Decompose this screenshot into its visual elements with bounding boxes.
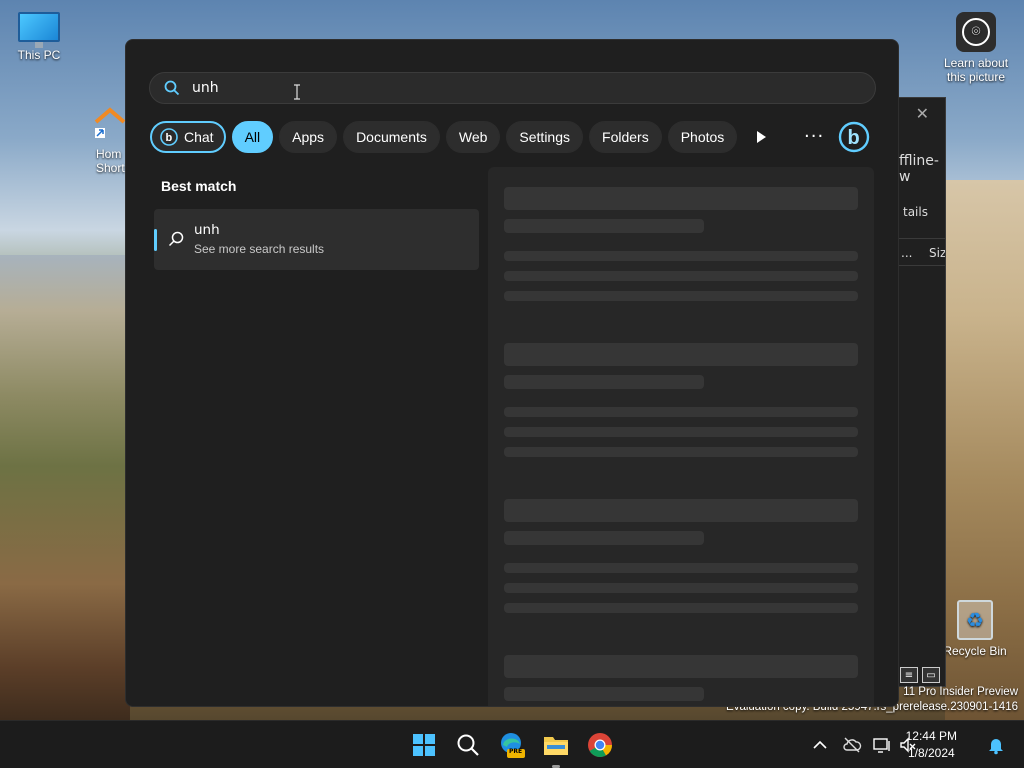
view-toggle-group: ≡ ▭ xyxy=(900,667,940,683)
filter-chip-label: Folders xyxy=(602,129,649,145)
chevron-up-icon[interactable] xyxy=(810,735,830,755)
filter-chip-label: Web xyxy=(458,129,488,145)
filter-chip-label: Settings xyxy=(519,129,571,145)
column-header-more[interactable]: ... xyxy=(901,246,912,260)
clock-time: 12:44 PM xyxy=(905,729,957,743)
search-icon xyxy=(457,734,479,756)
search-icon xyxy=(164,80,180,96)
search-icon xyxy=(168,231,184,247)
taskbar-clock[interactable]: 12:44 PM 1/8/2024 xyxy=(906,728,957,762)
skeleton-block xyxy=(504,219,704,233)
desktop-wallpaper-hills xyxy=(0,255,130,725)
column-header-size[interactable]: Size xyxy=(929,246,945,260)
filter-chip-label: Photos xyxy=(680,129,725,145)
taskbar-file-explorer[interactable] xyxy=(540,729,572,768)
desktop-icon-this-pc[interactable]: This PC xyxy=(4,12,74,62)
selection-accent xyxy=(154,229,157,251)
result-subtitle: See more search results xyxy=(194,242,325,256)
skeleton-block xyxy=(504,271,858,281)
recycle-bin-icon: ♻ xyxy=(957,600,993,640)
details-view-icon[interactable]: ≡ xyxy=(900,667,918,683)
filter-chip-label: Documents xyxy=(356,129,427,145)
taskbar-edge-beta[interactable]: PRE xyxy=(496,729,528,761)
desktop-icon-recycle-bin[interactable]: ♻ Recycle Bin xyxy=(940,600,1010,658)
skeleton-block xyxy=(504,187,858,210)
network-icon[interactable] xyxy=(872,735,892,755)
play-arrow-icon[interactable] xyxy=(752,128,770,146)
filter-chip-folders[interactable]: Folders xyxy=(589,121,662,153)
clock-date: 1/8/2024 xyxy=(907,746,955,760)
monitor-icon xyxy=(18,12,60,48)
skeleton-block xyxy=(504,603,858,613)
desktop-icon-label: Recycle Bin xyxy=(943,644,1007,658)
filter-chip-all[interactable]: All xyxy=(231,121,274,153)
home-icon xyxy=(94,107,126,138)
skeleton-block xyxy=(504,499,858,522)
filter-chip-settings[interactable]: Settings xyxy=(506,121,584,153)
skeleton-block xyxy=(504,291,858,301)
best-match-result[interactable]: unh See more search results xyxy=(154,209,479,270)
filter-chip-documents[interactable]: Documents xyxy=(343,121,440,153)
skeleton-block xyxy=(504,427,858,437)
tiles-view-icon[interactable]: ▭ xyxy=(922,667,940,683)
more-options-icon[interactable]: ··· xyxy=(804,126,824,147)
result-title: unh xyxy=(194,222,220,238)
preview-pane-loading xyxy=(488,167,874,706)
filter-chip-label: All xyxy=(244,129,261,145)
skeleton-block xyxy=(504,251,858,261)
skeleton-block xyxy=(504,407,858,417)
skeleton-block xyxy=(504,531,704,545)
skeleton-block xyxy=(504,375,704,389)
desktop-icon-learn-about-picture[interactable]: ⌾ Learn about this picture xyxy=(938,12,1014,84)
skeleton-block xyxy=(504,687,704,701)
svg-text:b: b xyxy=(848,127,860,149)
skeleton-block xyxy=(504,447,858,457)
taskbar-search-button[interactable] xyxy=(452,729,484,761)
taskbar-chrome[interactable] xyxy=(584,729,616,761)
start-button[interactable] xyxy=(408,729,440,761)
search-filter-bar: b Chat All Apps Documents Web Settings F… xyxy=(150,121,738,153)
desktop-icon-label: this picture xyxy=(946,70,1006,84)
filter-chip-photos[interactable]: Photos xyxy=(667,121,738,153)
desktop-icon-label: Learn about xyxy=(943,56,1009,70)
details-button-fragment[interactable]: tails xyxy=(903,205,928,219)
camera-info-icon: ⌾ xyxy=(956,12,996,52)
window-title-fragment: ffline-w xyxy=(899,153,939,185)
close-icon[interactable]: ✕ xyxy=(916,104,929,123)
taskbar: PRE 12:44 PM 1/8/2024 xyxy=(0,720,1024,768)
filter-chip-chat[interactable]: b Chat xyxy=(150,121,226,153)
skeleton-block xyxy=(504,655,858,678)
text-cursor-icon xyxy=(294,84,300,100)
search-input[interactable] xyxy=(192,80,842,96)
folder-icon xyxy=(544,737,568,755)
skeleton-block xyxy=(504,563,858,573)
bing-chat-icon: b xyxy=(160,128,178,146)
desktop-icon-label: This PC xyxy=(17,48,61,62)
filter-chip-label: Chat xyxy=(184,129,214,145)
build-watermark-line-1: 11 Pro Insider Preview xyxy=(903,686,1018,698)
filter-chip-web[interactable]: Web xyxy=(445,121,501,153)
windows-logo-icon xyxy=(413,734,435,756)
svg-text:b: b xyxy=(166,132,173,144)
skeleton-block xyxy=(504,343,858,366)
cloud-offline-icon[interactable] xyxy=(842,735,862,755)
bing-icon[interactable]: b xyxy=(838,121,870,153)
filter-chip-apps[interactable]: Apps xyxy=(279,121,338,153)
edge-badge: PRE xyxy=(509,748,523,755)
search-box[interactable] xyxy=(149,72,876,104)
search-panel: b Chat All Apps Documents Web Settings F… xyxy=(125,39,899,707)
chrome-icon xyxy=(588,733,612,758)
filter-chip-label: Apps xyxy=(292,129,325,145)
best-match-heading: Best match xyxy=(161,178,237,194)
skeleton-block xyxy=(504,583,858,593)
notification-bell-icon[interactable] xyxy=(986,735,1006,755)
